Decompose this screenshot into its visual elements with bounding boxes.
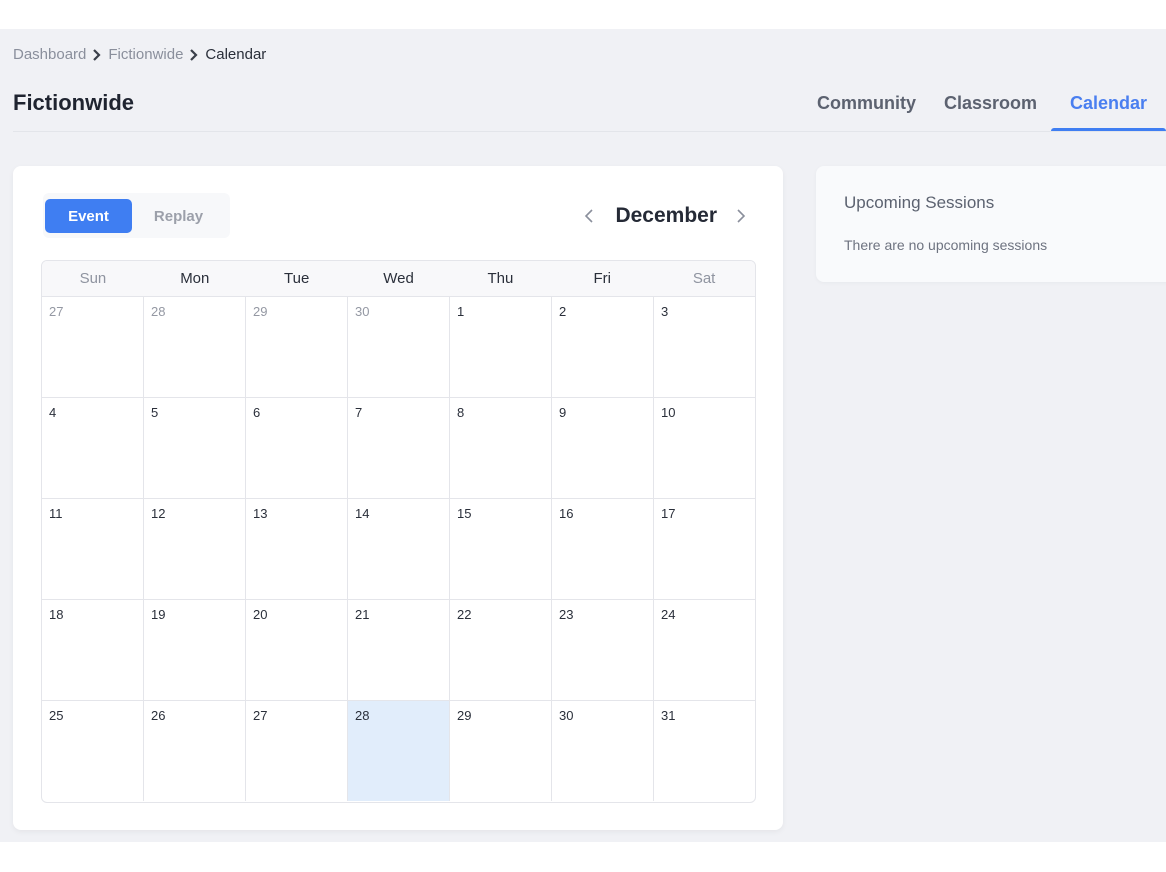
- calendar-day[interactable]: 18: [42, 600, 144, 700]
- page: Dashboard Fictionwide Calendar Fictionwi…: [0, 29, 1166, 842]
- calendar-day[interactable]: 5: [144, 398, 246, 498]
- calendar-day[interactable]: 23: [552, 600, 654, 700]
- replay-toggle-button[interactable]: Replay: [135, 199, 222, 233]
- calendar-day[interactable]: 25: [42, 701, 144, 801]
- calendar-card: Event Replay December Sun Mon Tue Wed Th…: [13, 166, 783, 830]
- weekday-header: Sun Mon Tue Wed Thu Fri Sat: [42, 261, 755, 297]
- calendar-day[interactable]: 21: [348, 600, 450, 700]
- calendar-day[interactable]: 14: [348, 499, 450, 599]
- calendar-day[interactable]: 29: [450, 701, 552, 801]
- calendar-day[interactable]: 27: [246, 701, 348, 801]
- calendar-day[interactable]: 9: [552, 398, 654, 498]
- month-navigation: December: [577, 201, 753, 231]
- breadcrumb-dashboard[interactable]: Dashboard: [13, 46, 86, 63]
- calendar-day[interactable]: 31: [654, 701, 755, 801]
- calendar-day[interactable]: 22: [450, 600, 552, 700]
- calendar-day[interactable]: 4: [42, 398, 144, 498]
- month-label: December: [615, 204, 717, 227]
- weekday-label: Sat: [692, 270, 716, 287]
- calendar-weeks: 27 28 29 30 1 2 3 4 5 6 7 8 9 10 11 12 13 14 15 16 17 18 19 20 2…: [42, 297, 755, 801]
- calendar-day[interactable]: 17: [654, 499, 755, 599]
- calendar-day[interactable]: 27: [42, 297, 144, 397]
- calendar-day[interactable]: 30: [348, 297, 450, 397]
- calendar-week-row: 27 28 29 30 1 2 3: [42, 297, 755, 398]
- calendar-day[interactable]: 26: [144, 701, 246, 801]
- weekday-label: Sun: [79, 270, 107, 287]
- tab-community[interactable]: Community: [803, 89, 930, 132]
- calendar-day[interactable]: 7: [348, 398, 450, 498]
- next-month-button[interactable]: [729, 204, 753, 228]
- chevron-left-icon: [585, 209, 594, 223]
- calendar-day[interactable]: 16: [552, 499, 654, 599]
- calendar-day[interactable]: 29: [246, 297, 348, 397]
- calendar-day[interactable]: 13: [246, 499, 348, 599]
- view-toggle: Event Replay: [43, 193, 230, 238]
- calendar-day[interactable]: 11: [42, 499, 144, 599]
- section-tabs: Community Classroom Calendar: [803, 89, 1166, 132]
- tab-calendar[interactable]: Calendar: [1051, 89, 1166, 132]
- calendar-day[interactable]: 8: [450, 398, 552, 498]
- weekday-label: Wed: [383, 270, 414, 287]
- chevron-right-icon: [737, 209, 746, 223]
- breadcrumb-fictionwide[interactable]: Fictionwide: [108, 46, 183, 63]
- weekday-label: Mon: [180, 270, 210, 287]
- upcoming-sessions-title: Upcoming Sessions: [844, 193, 995, 212]
- weekday-label: Fri: [593, 270, 611, 287]
- calendar-week-row: 18 19 20 21 22 23 24: [42, 600, 755, 701]
- calendar-day[interactable]: 3: [654, 297, 755, 397]
- page-title: Fictionwide: [13, 90, 134, 115]
- chevron-right-icon: [183, 48, 205, 61]
- calendar-day[interactable]: 24: [654, 600, 755, 700]
- calendar-week-row: 25 26 27 28 29 30 31: [42, 701, 755, 801]
- breadcrumb-calendar: Calendar: [205, 46, 267, 63]
- prev-month-button[interactable]: [577, 204, 601, 228]
- calendar-day[interactable]: 1: [450, 297, 552, 397]
- calendar-day[interactable]: 6: [246, 398, 348, 498]
- calendar-day[interactable]: 20: [246, 600, 348, 700]
- calendar-grid: Sun Mon Tue Wed Thu Fri Sat 27 28 29 30 1 2 3 4…: [41, 260, 756, 803]
- chevron-right-icon: [86, 48, 108, 61]
- header-divider: [13, 131, 1166, 132]
- calendar-week-row: 11 12 13 14 15 16 17: [42, 499, 755, 600]
- upcoming-sessions-card: Upcoming Sessions There are no upcoming …: [816, 166, 1166, 282]
- calendar-day[interactable]: 30: [552, 701, 654, 801]
- calendar-day[interactable]: 10: [654, 398, 755, 498]
- tab-classroom[interactable]: Classroom: [930, 89, 1051, 132]
- calendar-day[interactable]: 15: [450, 499, 552, 599]
- calendar-day[interactable]: 19: [144, 600, 246, 700]
- weekday-label: Tue: [284, 270, 310, 287]
- calendar-day[interactable]: 12: [144, 499, 246, 599]
- calendar-day[interactable]: 28: [144, 297, 246, 397]
- calendar-day-today[interactable]: 28: [348, 701, 450, 801]
- calendar-week-row: 4 5 6 7 8 9 10: [42, 398, 755, 499]
- event-toggle-button[interactable]: Event: [45, 199, 132, 233]
- calendar-day[interactable]: 2: [552, 297, 654, 397]
- weekday-label: Thu: [487, 270, 514, 287]
- no-sessions-message: There are no upcoming sessions: [844, 237, 1048, 253]
- breadcrumb: Dashboard Fictionwide Calendar: [13, 46, 266, 63]
